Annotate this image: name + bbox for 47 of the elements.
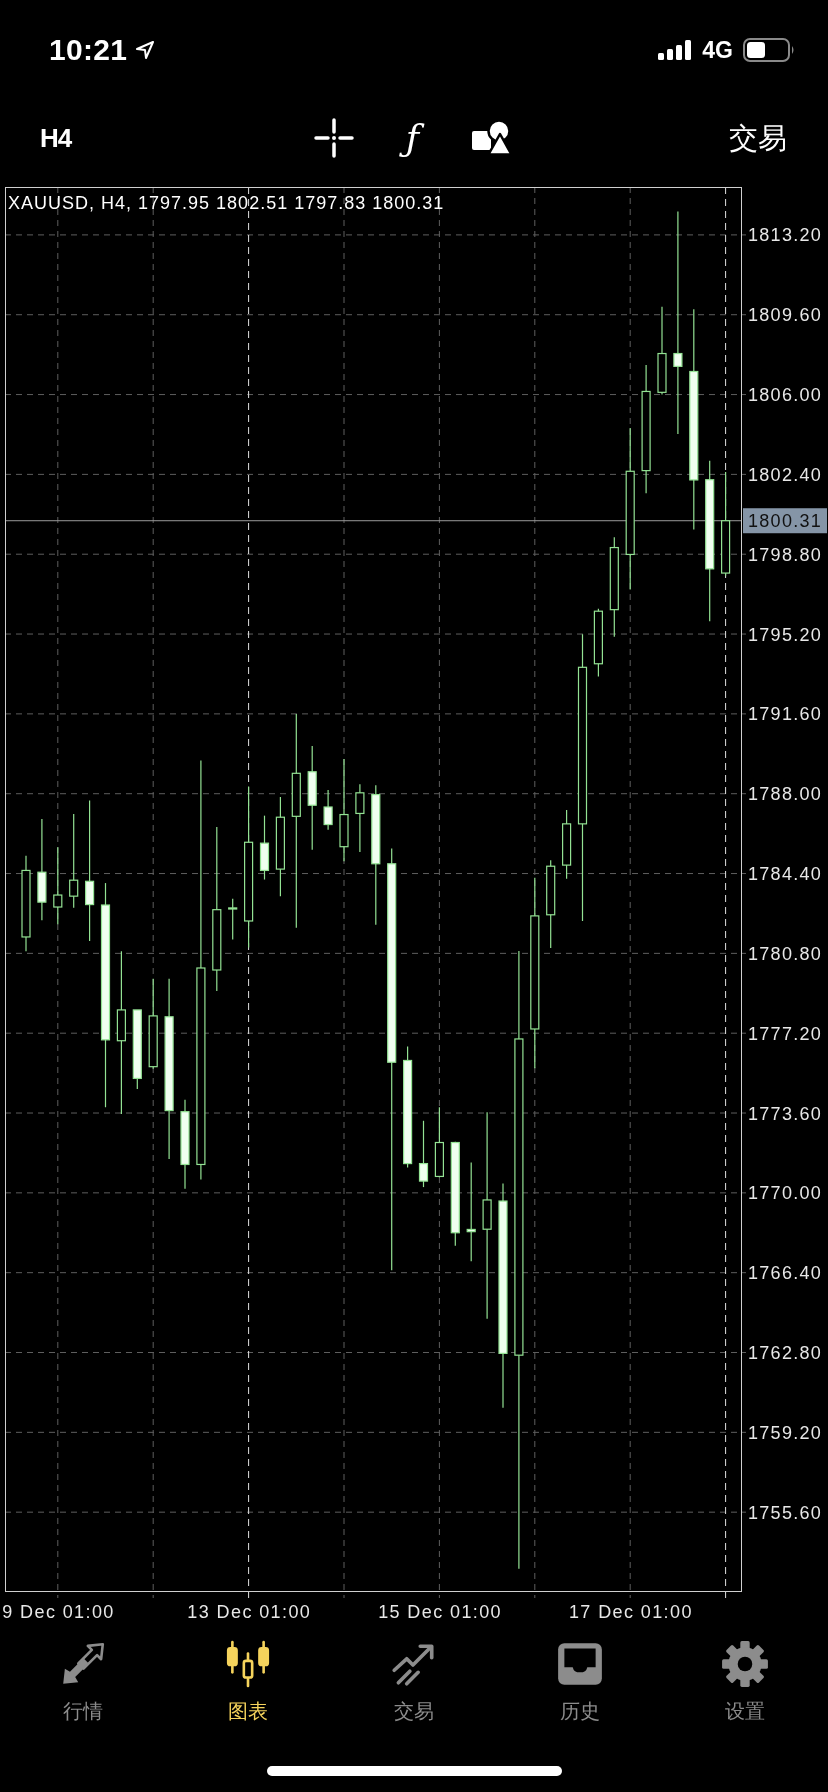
price-label: 1788.00 bbox=[748, 784, 823, 805]
price-label: 1780.80 bbox=[748, 943, 823, 964]
price-label: 1770.00 bbox=[748, 1183, 823, 1204]
candle bbox=[323, 789, 333, 831]
tab[interactable]: 历史 bbox=[554, 1627, 605, 1725]
price-label: 1766.40 bbox=[748, 1263, 823, 1284]
battery-icon bbox=[743, 38, 795, 62]
candle bbox=[355, 783, 365, 853]
candle bbox=[228, 898, 238, 940]
ref-line-label: 1800.31 bbox=[748, 511, 823, 532]
chart-title: XAUUSD, H4, 1797.95 1802.51 1797.83 1800.31 bbox=[8, 193, 445, 213]
price-label: 1795.20 bbox=[748, 624, 823, 645]
timeframe-button[interactable]: H4 bbox=[40, 123, 72, 154]
date-label: 9 Dec 01:00 bbox=[2, 1602, 115, 1622]
tab[interactable]: 行情 bbox=[57, 1627, 108, 1725]
candle bbox=[434, 1106, 444, 1178]
candle bbox=[418, 1120, 429, 1188]
tab[interactable]: 交易 bbox=[389, 1627, 439, 1725]
crosshair-icon[interactable] bbox=[313, 118, 354, 159]
candle bbox=[259, 815, 270, 881]
tab[interactable]: 图表 bbox=[223, 1627, 274, 1725]
candle bbox=[593, 608, 603, 677]
price-label: 1777.20 bbox=[748, 1023, 823, 1044]
date-label: 13 Dec 01:00 bbox=[187, 1602, 312, 1622]
tab[interactable]: 设置 bbox=[720, 1627, 771, 1725]
trade-button[interactable]: 交易 bbox=[729, 118, 787, 159]
price-label: 1759.20 bbox=[748, 1422, 823, 1443]
price-label: 1773.60 bbox=[748, 1103, 823, 1124]
function-button[interactable]: ƒ bbox=[399, 111, 426, 166]
price-label: 1798.80 bbox=[748, 544, 823, 565]
price-label: 1791.60 bbox=[748, 704, 823, 725]
price-label: 1762.80 bbox=[748, 1343, 823, 1363]
network-type: 4G bbox=[702, 36, 733, 64]
price-label: 1784.40 bbox=[748, 864, 823, 885]
status-time: 10:21 bbox=[49, 33, 128, 67]
price-label: 1809.60 bbox=[748, 305, 823, 326]
date-label: 15 Dec 01:00 bbox=[378, 1602, 503, 1622]
settings-icon bbox=[720, 1639, 771, 1689]
price-label: 1802.40 bbox=[748, 464, 823, 485]
price-label: 1813.20 bbox=[748, 225, 823, 246]
signal-icon bbox=[658, 40, 693, 60]
price-label: 1755.60 bbox=[748, 1502, 823, 1523]
location-arrow-icon bbox=[135, 40, 156, 60]
price-label: 1806.00 bbox=[748, 385, 823, 406]
current-price-label: 1800.31 bbox=[743, 508, 827, 534]
candle bbox=[562, 809, 572, 880]
date-label: 17 Dec 01:00 bbox=[568, 1602, 693, 1622]
